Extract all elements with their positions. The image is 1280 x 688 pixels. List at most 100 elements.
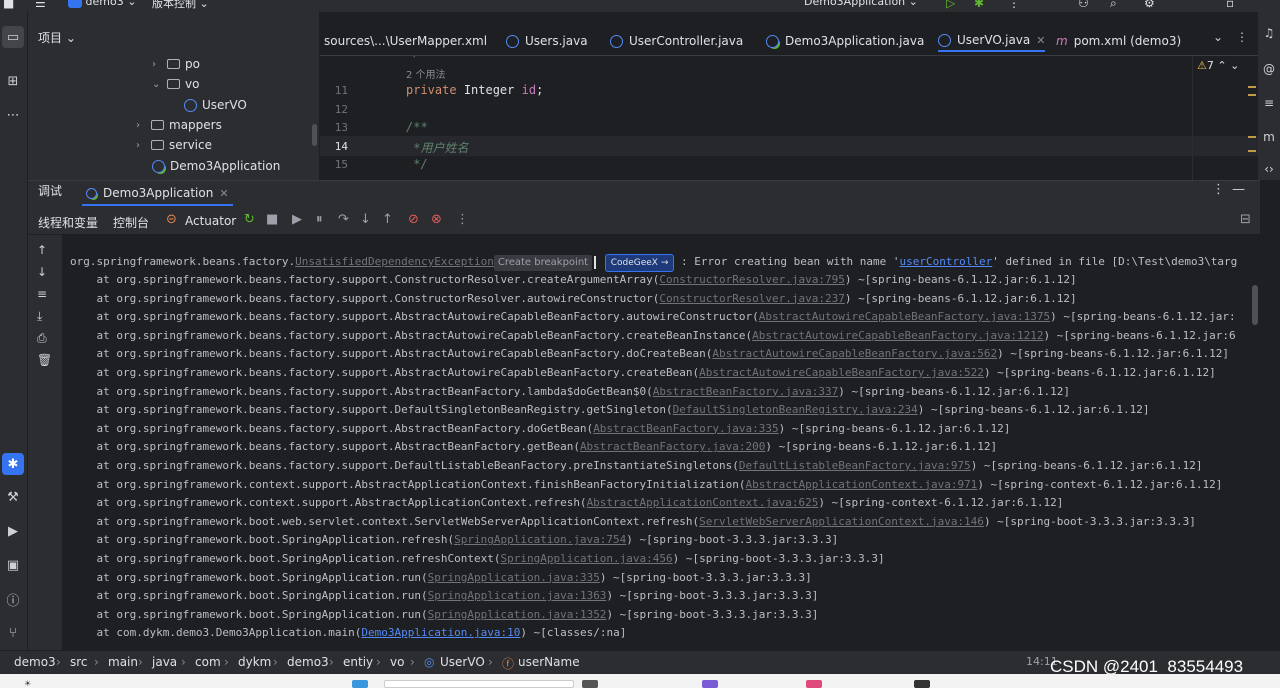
breadcrumb-item[interactable]: vo: [390, 655, 404, 669]
tab-demo3application-java[interactable]: Demo3Application.java: [766, 30, 924, 52]
usage-hint[interactable]: 2 个用法: [406, 66, 446, 81]
print-icon[interactable]: ⎙: [37, 331, 47, 346]
source-link[interactable]: AbstractBeanFactory.java:335: [593, 422, 778, 435]
clear-all-icon[interactable]: 🗑: [37, 353, 52, 367]
chevron-down-icon[interactable]: ⌄: [1230, 59, 1239, 72]
tab-console[interactable]: 控制台: [113, 214, 150, 237]
source-link[interactable]: Demo3Application.java:10: [361, 626, 520, 639]
tab-threads-variables[interactable]: 线程和变量: [38, 214, 98, 231]
tab-usercontroller-java[interactable]: UserController.java: [610, 30, 743, 52]
project-tool-icon[interactable]: ▭: [2, 26, 24, 48]
add-user-icon[interactable]: ⚇: [1078, 0, 1089, 10]
scroll-up-icon[interactable]: ↑: [37, 243, 47, 257]
step-out-icon[interactable]: ↑: [382, 212, 393, 227]
tab-actuator[interactable]: Actuator: [185, 214, 236, 228]
weather-widget[interactable]: ☀: [24, 679, 31, 688]
codegeex-button[interactable]: CodeGeeX →: [604, 254, 675, 272]
breadcrumb-item[interactable]: entiy: [343, 655, 373, 669]
close-icon[interactable]: ✕: [1036, 34, 1045, 47]
project-scrollbar[interactable]: [312, 124, 317, 146]
taskbar-app-icon[interactable]: [806, 680, 822, 688]
chevron-up-icon[interactable]: ⌃: [1217, 59, 1226, 72]
bean-link[interactable]: userController: [900, 255, 993, 268]
error-stripe-mark[interactable]: [1248, 150, 1256, 152]
rerun-icon[interactable]: ↻: [244, 212, 255, 227]
breadcrumb-item[interactable]: main: [108, 655, 138, 669]
source-link[interactable]: AbstractBeanFactory.java:337: [653, 385, 838, 398]
breadcrumb-item[interactable]: demo3: [14, 655, 56, 669]
step-into-icon[interactable]: ↓: [360, 212, 371, 227]
chevron-right-icon[interactable]: ›: [152, 59, 162, 70]
source-link[interactable]: AbstractAutowireCapableBeanFactory.java:…: [699, 366, 984, 379]
source-link[interactable]: SpringApplication.java:1363: [428, 589, 607, 602]
run-config-selector[interactable]: Demo3Application ⌄: [804, 0, 918, 8]
run-icon[interactable]: ▷: [946, 0, 955, 10]
console-output[interactable]: org.springframework.beans.factory.Unsati…: [62, 235, 1260, 651]
error-stripe-mark[interactable]: [1248, 86, 1256, 88]
endpoints-icon[interactable]: ‹›: [1260, 162, 1278, 182]
tab-usermapper-xml[interactable]: sources\...\UserMapper.xml: [324, 30, 487, 52]
tab-more-icon[interactable]: ⋮: [1236, 30, 1248, 44]
breadcrumb-item[interactable]: userName: [518, 655, 580, 669]
pause-icon[interactable]: ⏸: [316, 212, 323, 227]
taskbar-app-icon[interactable]: [582, 680, 598, 688]
breadcrumb-item[interactable]: UserVO: [440, 655, 485, 669]
source-link[interactable]: ConstructorResolver.java:237: [659, 292, 844, 305]
layout-icon[interactable]: ⊟: [1240, 212, 1251, 227]
tree-item-service[interactable]: › service: [136, 135, 212, 155]
source-link[interactable]: AbstractApplicationContext.java:625: [587, 496, 819, 509]
tree-item-mappers[interactable]: › mappers: [136, 115, 222, 135]
exception-link[interactable]: UnsatisfiedDependencyException: [295, 255, 494, 268]
source-link[interactable]: AbstractAutowireCapableBeanFactory.java:…: [752, 329, 1043, 342]
taskbar-search-box[interactable]: [384, 680, 574, 688]
error-stripe-mark[interactable]: [1248, 94, 1256, 96]
terminal-tool-icon[interactable]: ▣: [2, 554, 24, 576]
chevron-right-icon[interactable]: ›: [136, 120, 146, 131]
git-tool-icon[interactable]: ⑂: [2, 622, 24, 644]
breadcrumb-item[interactable]: dykm: [238, 655, 271, 669]
search-icon[interactable]: ⌕: [1110, 0, 1117, 11]
hide-panel-icon[interactable]: —: [1232, 182, 1245, 197]
source-link[interactable]: AbstractBeanFactory.java:200: [580, 440, 765, 453]
source-link[interactable]: ConstructorResolver.java:795: [659, 273, 844, 286]
tree-item-po[interactable]: › po: [152, 54, 200, 74]
tree-item-uservo[interactable]: UserVO: [184, 95, 247, 115]
settings-icon[interactable]: ⚙: [1144, 0, 1155, 10]
resume-icon[interactable]: ▶: [292, 212, 302, 227]
console-scrollbar[interactable]: [1252, 285, 1258, 325]
taskbar-app-icon[interactable]: [914, 680, 930, 688]
run-session-tab[interactable]: Demo3Application ✕: [82, 182, 233, 206]
vcs-menu[interactable]: 版本控制 ⌄: [152, 0, 209, 11]
taskbar-app-icon[interactable]: [352, 680, 368, 688]
database-icon[interactable]: ≡: [1260, 96, 1278, 116]
tree-item-vo[interactable]: ⌄ vo: [152, 74, 199, 94]
project-switcher[interactable]: demo3 ⌄: [68, 0, 136, 8]
debug-options-icon[interactable]: ⋮: [1212, 182, 1225, 197]
tab-pom-xml[interactable]: m pom.xml (demo3): [1056, 30, 1181, 52]
source-link[interactable]: ServletWebServerApplicationContext.java:…: [699, 515, 984, 528]
scroll-down-icon[interactable]: ↓: [37, 265, 47, 279]
source-link[interactable]: AbstractApplicationContext.java:971: [746, 478, 978, 491]
notifications-icon[interactable]: ♫: [1260, 26, 1278, 46]
services-tool-icon[interactable]: ▶: [2, 520, 24, 542]
breadcrumb-item[interactable]: demo3: [287, 655, 329, 669]
chevron-down-icon[interactable]: ⌄: [152, 79, 162, 90]
taskbar-app-icon[interactable]: [702, 680, 718, 688]
source-link[interactable]: DefaultListableBeanFactory.java:975: [739, 459, 971, 472]
tab-uservo-java[interactable]: UserVO.java ✕: [938, 30, 1046, 52]
source-link[interactable]: SpringApplication.java:335: [428, 571, 600, 584]
breadcrumb-item[interactable]: java: [152, 655, 177, 669]
maven-icon[interactable]: m: [1260, 130, 1278, 150]
code-editor[interactable]: 10 11 12 13 14 15 */ 2 个用法 private Integ…: [320, 56, 1258, 180]
breadcrumb-item[interactable]: src: [70, 655, 88, 669]
ai-assistant-icon[interactable]: @: [1260, 62, 1278, 82]
source-link[interactable]: AbstractAutowireCapableBeanFactory.java:…: [712, 347, 997, 360]
breadcrumb-item[interactable]: com: [195, 655, 221, 669]
debug-tool-icon[interactable]: ✱: [2, 453, 24, 475]
main-menu-icon[interactable]: ☰: [35, 0, 46, 10]
create-breakpoint-button[interactable]: Create breakpoint: [493, 255, 593, 271]
close-icon[interactable]: ✕: [219, 187, 228, 200]
scroll-to-end-icon[interactable]: ⤓: [37, 309, 42, 324]
error-stripe-mark[interactable]: [1248, 136, 1256, 138]
tab-users-java[interactable]: Users.java: [506, 30, 588, 52]
